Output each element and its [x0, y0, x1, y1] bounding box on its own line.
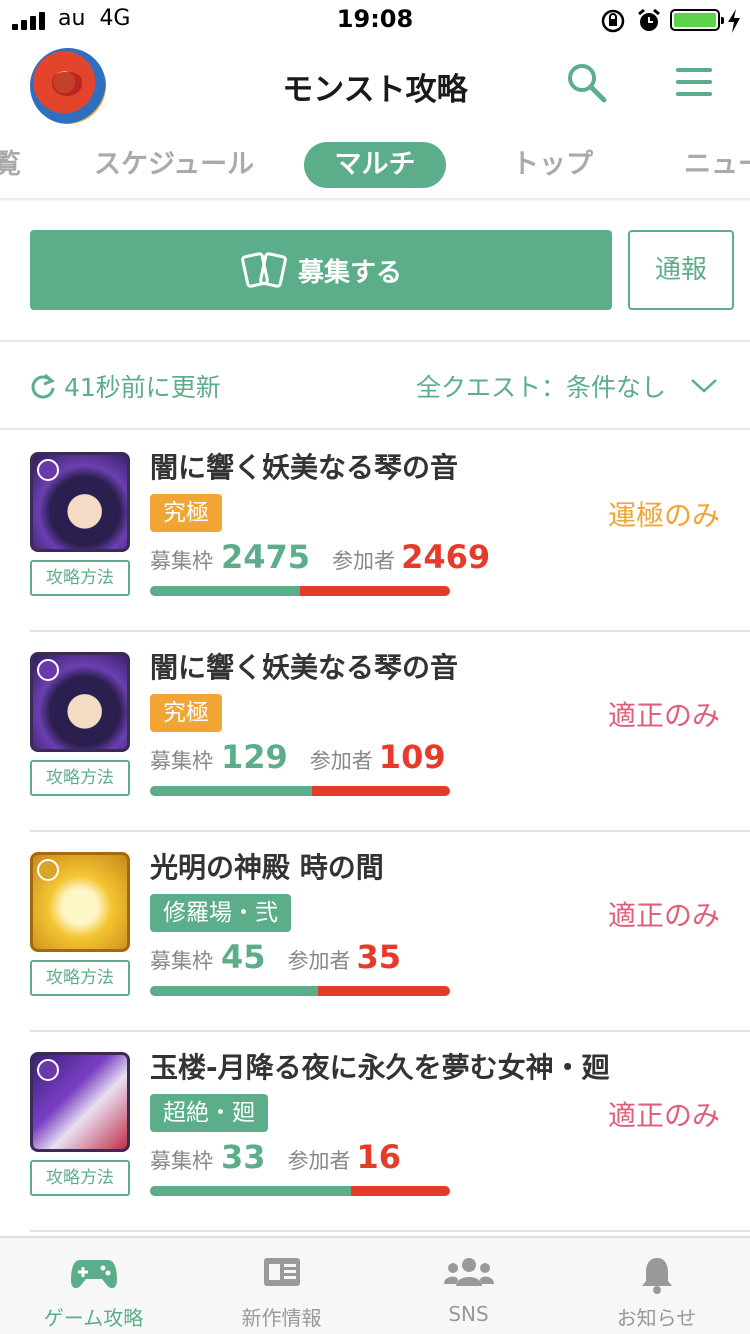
progress-bar — [150, 1186, 450, 1196]
condition-label: 適正のみ — [607, 699, 720, 732]
refresh-status[interactable]: 41秒前に更新 — [30, 366, 221, 406]
row-divider — [30, 1230, 750, 1232]
cards-icon — [241, 252, 287, 288]
refresh-icon — [31, 373, 55, 399]
progress-bar — [150, 786, 450, 796]
nav-label: 新作情報 — [241, 1306, 322, 1330]
tab-schedule[interactable]: スケジュール — [94, 142, 254, 188]
quest-filter-dropdown[interactable]: 全クエスト：条件なし — [416, 366, 718, 406]
progress-fill — [150, 986, 318, 996]
slots-count: 45 — [221, 938, 266, 976]
bottom-nav: ゲーム攻略 新作情報 SNS お知らせ — [0, 1236, 750, 1334]
participants-count: 109 — [378, 738, 446, 776]
alarm-icon — [638, 8, 660, 31]
recruit-stats: 募集枠 2475 参加者 2469 — [150, 538, 490, 582]
condition-label: 適正のみ — [607, 1099, 720, 1132]
participants-count: 16 — [356, 1138, 402, 1176]
people-icon — [443, 1258, 494, 1286]
condition-label: 運極のみ — [607, 499, 720, 532]
slots-count: 2475 — [221, 538, 311, 576]
status-bar: au 4G 19:08 — [0, 0, 750, 40]
nav-label: ゲーム攻略 — [43, 1306, 144, 1330]
progress-fill — [150, 786, 312, 796]
recruit-stats: 募集枠 45 参加者 35 — [150, 938, 401, 982]
quest-title: 闇に響く妖美なる琴の音 — [150, 651, 459, 684]
dark-character-icon — [37, 659, 59, 681]
difficulty-badge: 究極 — [150, 694, 222, 732]
report-button[interactable]: 通報 — [628, 230, 734, 310]
recruit-button-label: 募集する — [297, 257, 402, 288]
category-tabs: 覧 スケジュール マルチ トップ ニュー — [0, 132, 750, 196]
slots-label: 募集枠 — [150, 949, 213, 973]
slots-label: 募集枠 — [150, 1149, 213, 1173]
quest-row[interactable]: 攻略方法 闇に響く妖美なる琴の音 究極 適正のみ 募集枠 129 参加者 109 — [0, 632, 750, 832]
quest-row[interactable]: 攻略方法 光明の神殿 時の間 修羅場・弐 適正のみ 募集枠 45 参加者 35 — [0, 832, 750, 1032]
slots-count: 33 — [221, 1138, 266, 1176]
chevron-down-icon — [691, 379, 717, 393]
divider — [0, 340, 750, 342]
quest-character-thumbnail[interactable] — [30, 452, 130, 552]
charging-icon — [728, 9, 740, 33]
quest-title: 闇に響く妖美なる琴の音 — [150, 451, 459, 484]
search-icon[interactable] — [564, 60, 608, 104]
participants-count: 35 — [356, 938, 402, 976]
quest-character-thumbnail[interactable] — [30, 852, 130, 952]
nav-game-guide[interactable]: ゲーム攻略 — [0, 1238, 187, 1334]
tabs-divider — [0, 198, 750, 202]
app-header: モンスト攻略 — [0, 40, 750, 128]
difficulty-badge: 究極 — [150, 494, 222, 532]
dark-character-icon — [37, 459, 59, 481]
nav-label: SNS — [448, 1302, 489, 1326]
participants-label: 参加者 — [287, 1149, 351, 1173]
light-character-icon — [37, 859, 59, 881]
progress-bar — [150, 586, 450, 596]
nav-new-info[interactable]: 新作情報 — [188, 1238, 375, 1334]
condition-label: 適正のみ — [607, 899, 720, 932]
participants-count: 2469 — [401, 538, 491, 576]
participants-label: 参加者 — [309, 749, 373, 773]
quest-title: 玉楼-月降る夜に永久を夢む女神・廻 — [150, 1051, 610, 1084]
quest-row[interactable]: 攻略方法 玉楼-月降る夜に永久を夢む女神・廻 超絶・廻 適正のみ 募集枠 33 … — [0, 1032, 750, 1232]
tab-multi[interactable]: マルチ — [304, 142, 446, 188]
news-icon — [263, 1258, 300, 1286]
guide-button[interactable]: 攻略方法 — [30, 760, 130, 796]
gamepad-icon — [70, 1260, 117, 1289]
guide-button[interactable]: 攻略方法 — [30, 560, 130, 596]
quest-character-thumbnail[interactable] — [30, 652, 130, 752]
bell-icon — [641, 1258, 672, 1294]
quest-title: 光明の神殿 時の間 — [150, 851, 384, 884]
dark-character-icon — [37, 1059, 59, 1081]
app-screen: au 4G 19:08 モンスト攻略 覧 スケジュール マルチ トップ ニュ 募… — [0, 0, 750, 1334]
filter-text: 全クエスト：条件なし — [416, 373, 667, 402]
page-title: モンスト攻略 — [282, 72, 468, 108]
slots-label: 募集枠 — [150, 549, 213, 573]
quest-row[interactable]: 攻略方法 闇に響く妖美なる琴の音 究極 運極のみ 募集枠 2475 参加者 24… — [0, 432, 750, 632]
slots-count: 129 — [221, 738, 288, 776]
recruit-stats: 募集枠 129 参加者 109 — [150, 738, 446, 782]
tab-news[interactable]: ニュー — [684, 142, 750, 188]
tab-top[interactable]: トップ — [512, 142, 593, 188]
recruit-stats: 募集枠 33 参加者 16 — [150, 1138, 401, 1182]
progress-bar — [150, 986, 450, 996]
tab-list[interactable]: 覧 — [0, 142, 21, 188]
progress-fill — [150, 586, 300, 596]
slots-label: 募集枠 — [150, 749, 213, 773]
progress-fill — [150, 1186, 351, 1196]
quest-character-thumbnail[interactable] — [30, 1052, 130, 1152]
nav-label: お知らせ — [616, 1306, 697, 1330]
rotation-lock-icon — [601, 9, 625, 33]
guide-button[interactable]: 攻略方法 — [30, 960, 130, 996]
nav-notifications[interactable]: お知らせ — [563, 1238, 750, 1334]
refresh-text: 41秒前に更新 — [64, 373, 221, 402]
divider — [0, 428, 750, 430]
battery-icon — [670, 9, 724, 31]
difficulty-badge: 超絶・廻 — [150, 1094, 268, 1132]
guide-button[interactable]: 攻略方法 — [30, 1160, 130, 1196]
nav-sns[interactable]: SNS — [375, 1238, 562, 1334]
difficulty-badge: 修羅場・弐 — [150, 894, 291, 932]
menu-icon[interactable] — [672, 66, 716, 100]
participants-label: 参加者 — [287, 949, 351, 973]
participants-label: 参加者 — [332, 549, 396, 573]
recruit-button[interactable]: 募集する — [30, 230, 612, 310]
